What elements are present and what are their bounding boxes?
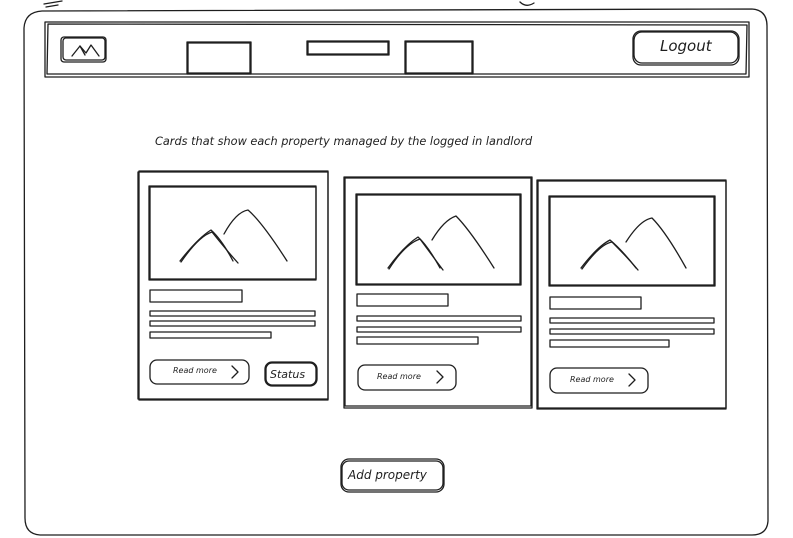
card-2-text-line-2 [356, 326, 522, 333]
logo-link[interactable] [61, 37, 106, 62]
wireframe-canvas [23, 0, 769, 536]
card-2-read-more-button[interactable] [358, 365, 456, 390]
card-1-status-button[interactable] [265, 362, 317, 386]
image-placeholder-icon [548, 195, 716, 287]
card-2-text-line-3 [356, 336, 479, 345]
image-placeholder-icon [355, 193, 522, 286]
card-3-text-line-1 [549, 317, 715, 324]
logout-button[interactable] [633, 31, 739, 65]
page-frame [23, 8, 769, 536]
card-1-text-line-3 [149, 331, 272, 339]
scribble-mark [43, 0, 63, 8]
card-3-title-placeholder [549, 296, 642, 310]
card-3-text-line-3 [549, 339, 670, 348]
add-property-button[interactable] [341, 459, 444, 492]
card-1-title-placeholder [149, 289, 243, 303]
nav-item-1[interactable] [187, 42, 251, 74]
card-2-text-line-1 [356, 315, 522, 322]
scribble-mark [519, 1, 535, 6]
card-1-read-more-button[interactable] [150, 360, 249, 384]
card-1-text-line-1 [149, 310, 316, 317]
nav-item-2[interactable] [307, 41, 389, 55]
card-1-text-line-2 [149, 320, 316, 327]
image-placeholder-icon [148, 185, 317, 281]
card-3-text-line-2 [549, 328, 715, 335]
page-description: Cards that show each property managed by… [155, 135, 533, 148]
nav-item-3[interactable] [405, 41, 473, 74]
card-2-title-placeholder [356, 293, 449, 307]
card-3-read-more-button[interactable] [550, 368, 648, 393]
